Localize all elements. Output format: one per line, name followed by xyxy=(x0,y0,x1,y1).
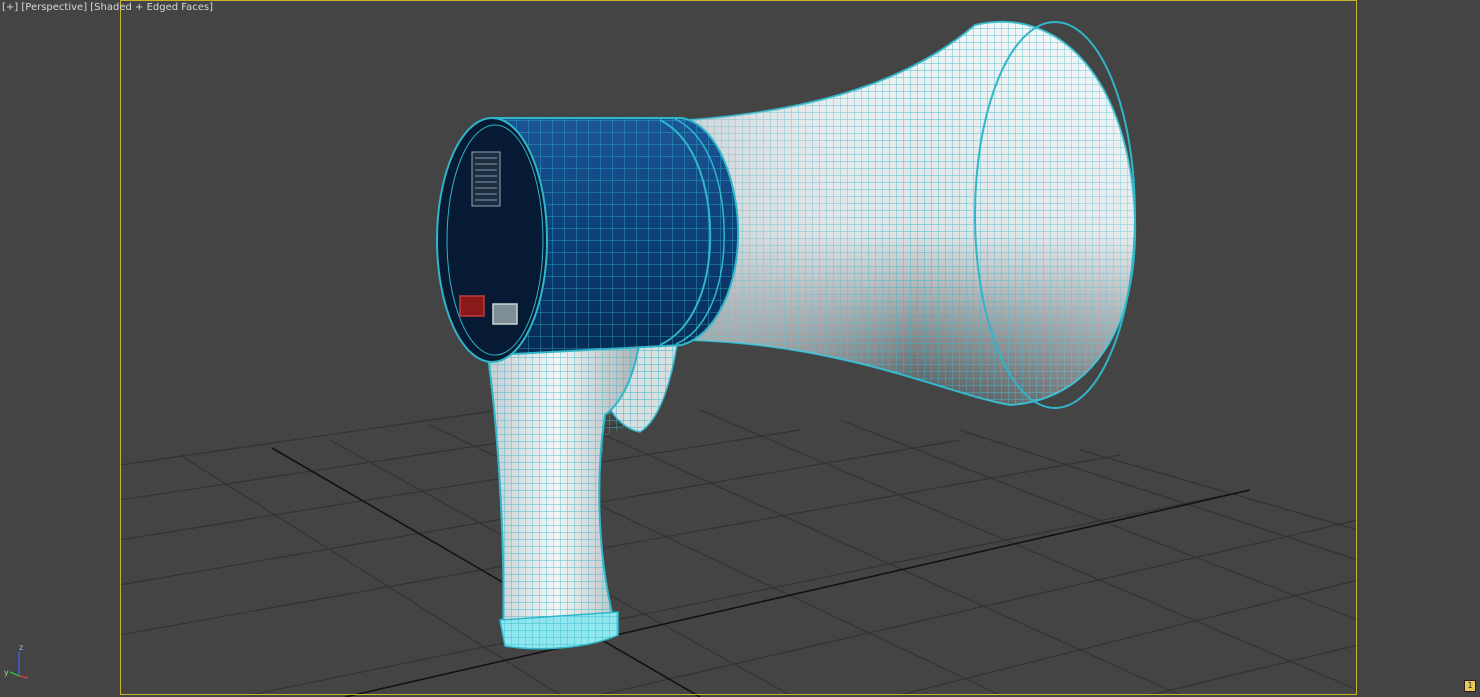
axis-z-label: z xyxy=(19,643,23,652)
speaker-grille xyxy=(471,151,501,207)
axis-gizmo: z y xyxy=(4,643,29,679)
corner-badge[interactable]: 1 xyxy=(1464,680,1476,692)
viewport-shading-label[interactable]: [Shaded + Edged Faces] xyxy=(90,2,213,13)
horn-bell[interactable] xyxy=(680,0,1150,420)
viewport-menu-plus[interactable]: [+] xyxy=(2,2,18,13)
scene-canvas[interactable]: z y xyxy=(0,0,1480,697)
axis-y-label: y xyxy=(4,668,9,677)
grid-axis-lines xyxy=(271,447,1251,697)
gray-button[interactable] xyxy=(492,303,518,325)
ground-grid xyxy=(119,409,1359,696)
viewport-label[interactable]: [+] [Perspective] [Shaded + Edged Faces] xyxy=(2,2,213,13)
viewport-pov-label[interactable]: [Perspective] xyxy=(21,2,87,13)
handle-grip[interactable] xyxy=(480,330,680,650)
perspective-viewport[interactable]: z y [+] [Perspective] [Shaded + Edged Fa… xyxy=(0,0,1480,697)
red-button[interactable] xyxy=(459,295,485,317)
front-cap[interactable] xyxy=(436,117,548,363)
